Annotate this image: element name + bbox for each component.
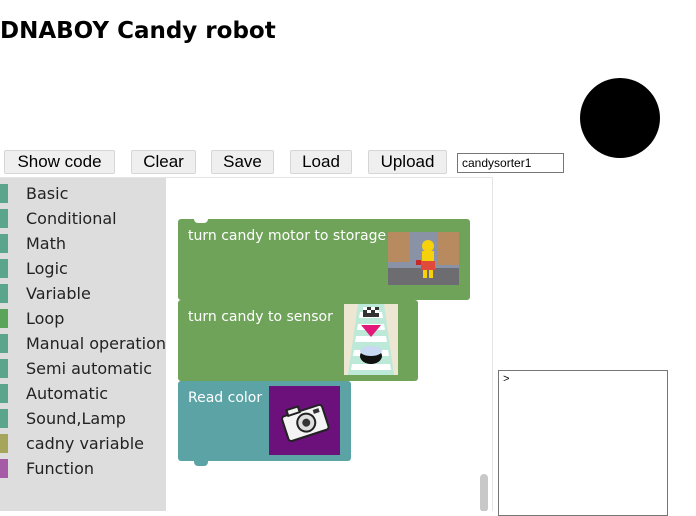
toolbox-category-sound-lamp[interactable]: Sound,Lamp — [0, 406, 166, 431]
category-label: Variable — [26, 284, 91, 303]
blockly-workspace[interactable]: Basic Conditional Math Logic Variable Lo… — [0, 177, 493, 511]
upload-button[interactable]: Upload — [368, 150, 447, 174]
toolbox: Basic Conditional Math Logic Variable Lo… — [0, 178, 166, 511]
toolbox-category-math[interactable]: Math — [0, 231, 166, 256]
category-label: Automatic — [26, 384, 109, 403]
cartoon-character-image — [388, 232, 459, 285]
clear-button[interactable]: Clear — [131, 150, 196, 174]
toolbox-category-variable[interactable]: Variable — [0, 281, 166, 306]
category-color-swatch — [0, 359, 8, 378]
serial-console-output[interactable]: > — [498, 370, 668, 516]
camera-image — [269, 386, 340, 455]
category-label: Basic — [26, 184, 69, 203]
app-title: DNABOY Candy robot — [0, 18, 276, 44]
workspace-vertical-scrollbar[interactable] — [480, 474, 488, 511]
block-label: turn candy motor to storage — [188, 228, 387, 244]
show-code-button[interactable]: Show code — [4, 150, 115, 174]
category-color-swatch — [0, 309, 8, 328]
category-label: Sound,Lamp — [26, 409, 126, 428]
category-color-swatch — [0, 459, 8, 478]
block-turn-candy-motor-to-storage[interactable]: turn candy motor to storage — [178, 218, 470, 300]
filename-input[interactable] — [457, 153, 564, 173]
category-color-swatch — [0, 409, 8, 428]
toolbox-category-function[interactable]: Function — [0, 456, 166, 481]
toolbox-category-automatic[interactable]: Automatic — [0, 381, 166, 406]
block-label: turn candy to sensor — [188, 309, 333, 325]
category-color-swatch — [0, 209, 8, 228]
block-tab — [194, 461, 208, 466]
save-button[interactable]: Save — [211, 150, 274, 174]
candy-sensor-image — [344, 304, 398, 375]
toolbox-category-loop[interactable]: Loop — [0, 306, 166, 331]
toolbox-category-conditional[interactable]: Conditional — [0, 206, 166, 231]
category-color-swatch — [0, 434, 8, 453]
toolbox-category-basic[interactable]: Basic — [0, 181, 166, 206]
load-button[interactable]: Load — [290, 150, 352, 174]
category-color-swatch — [0, 234, 8, 253]
toolbox-category-semi-automatic[interactable]: Semi automatic — [0, 356, 166, 381]
category-color-swatch — [0, 334, 8, 353]
category-label: cadny variable — [26, 434, 144, 453]
category-color-swatch — [0, 184, 8, 203]
category-color-swatch — [0, 284, 8, 303]
block-read-color[interactable]: Read color — [178, 381, 351, 466]
category-label: Semi automatic — [26, 359, 153, 378]
block-turn-candy-to-sensor[interactable]: turn candy to sensor — [178, 300, 418, 381]
category-label: Logic — [26, 259, 68, 278]
toolbox-category-manual-operation[interactable]: Manual operation — [0, 331, 166, 356]
block-label: Read color — [188, 390, 263, 406]
category-label: Loop — [26, 309, 65, 328]
category-label: Function — [26, 459, 95, 478]
toolbox-category-logic[interactable]: Logic — [0, 256, 166, 281]
category-color-swatch — [0, 259, 8, 278]
connection-status-indicator — [580, 78, 660, 158]
category-label: Manual operation — [26, 334, 167, 353]
toolbox-category-candy-variable[interactable]: cadny variable — [0, 431, 166, 456]
category-label: Math — [26, 234, 67, 253]
category-label: Conditional — [26, 209, 117, 228]
category-color-swatch — [0, 384, 8, 403]
block-notch — [194, 218, 208, 223]
